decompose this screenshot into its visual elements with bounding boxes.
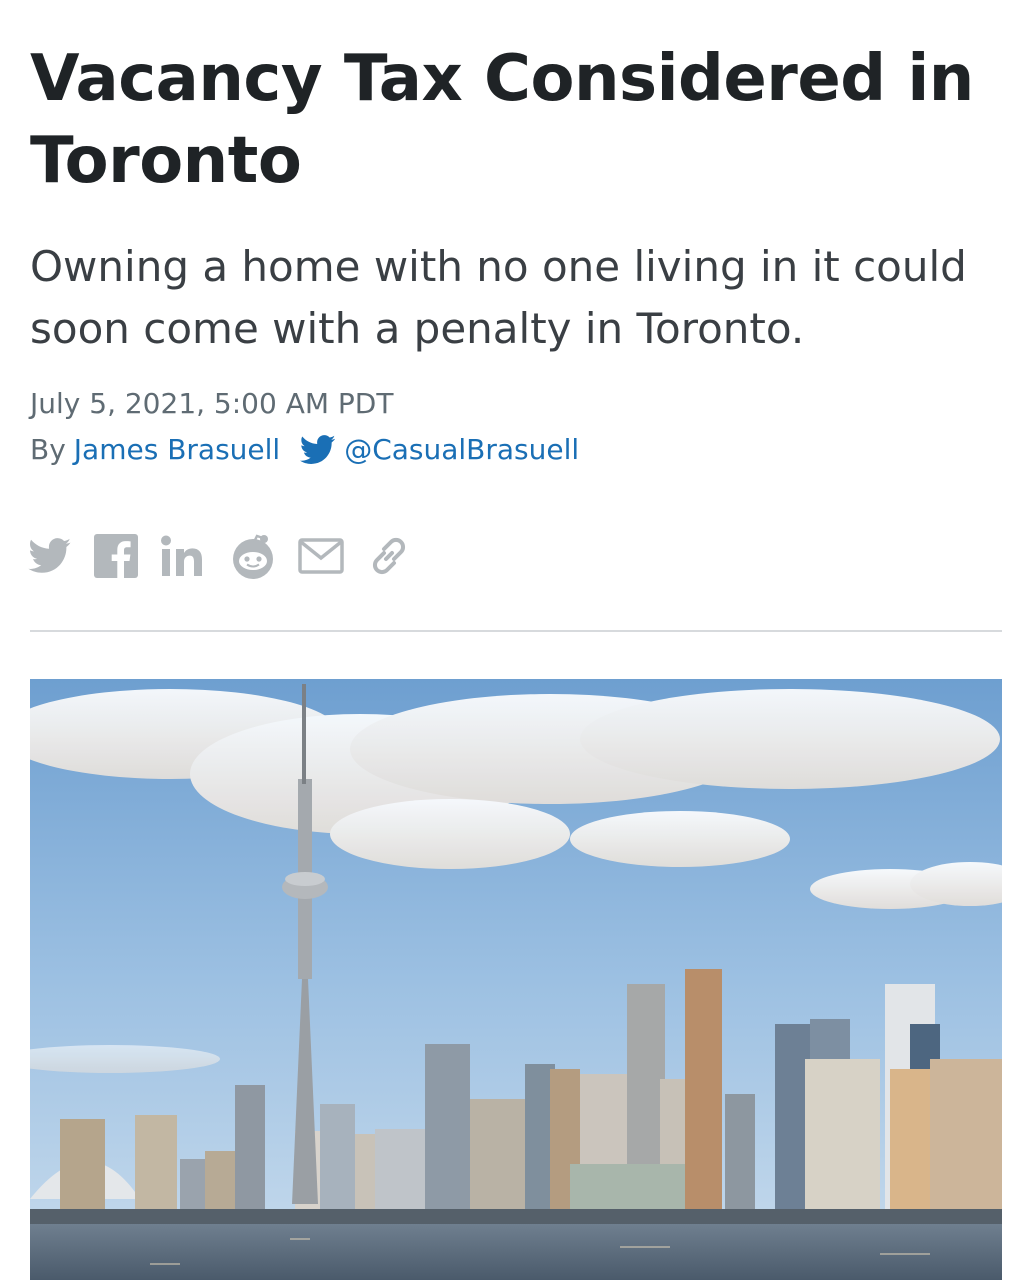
facebook-icon [94, 534, 138, 578]
byline: By James Brasuell @CasualBrasuell [30, 432, 579, 468]
twitter-icon [28, 538, 71, 573]
article: Vacancy Tax Considered in Toronto Owning… [0, 0, 1029, 1280]
email-icon [298, 538, 344, 574]
link-icon [372, 537, 406, 575]
article-headline: Vacancy Tax Considered in Toronto [30, 42, 974, 198]
share-bar [28, 530, 412, 582]
twitter-icon [300, 435, 336, 464]
share-facebook-button[interactable] [94, 534, 138, 578]
share-email-button[interactable] [298, 538, 344, 574]
linkedin-icon [161, 535, 202, 576]
article-subheadline: Owning a home with no one living in it c… [30, 242, 967, 353]
share-linkedin-button[interactable] [160, 535, 208, 577]
copy-link-button[interactable] [366, 533, 412, 579]
author-twitter-link[interactable]: @CasualBrasuell [300, 432, 579, 468]
share-twitter-button[interactable] [28, 538, 72, 574]
publish-date: July 5, 2021, 5:00 AM PDT [30, 387, 394, 420]
share-reddit-button[interactable] [230, 533, 276, 579]
byline-prefix: By [30, 433, 66, 466]
hero-image-toronto-skyline [30, 679, 1002, 1280]
reddit-icon [233, 534, 273, 579]
divider [30, 630, 1002, 632]
author-link[interactable]: James Brasuell [74, 432, 280, 468]
twitter-handle: @CasualBrasuell [344, 433, 580, 466]
